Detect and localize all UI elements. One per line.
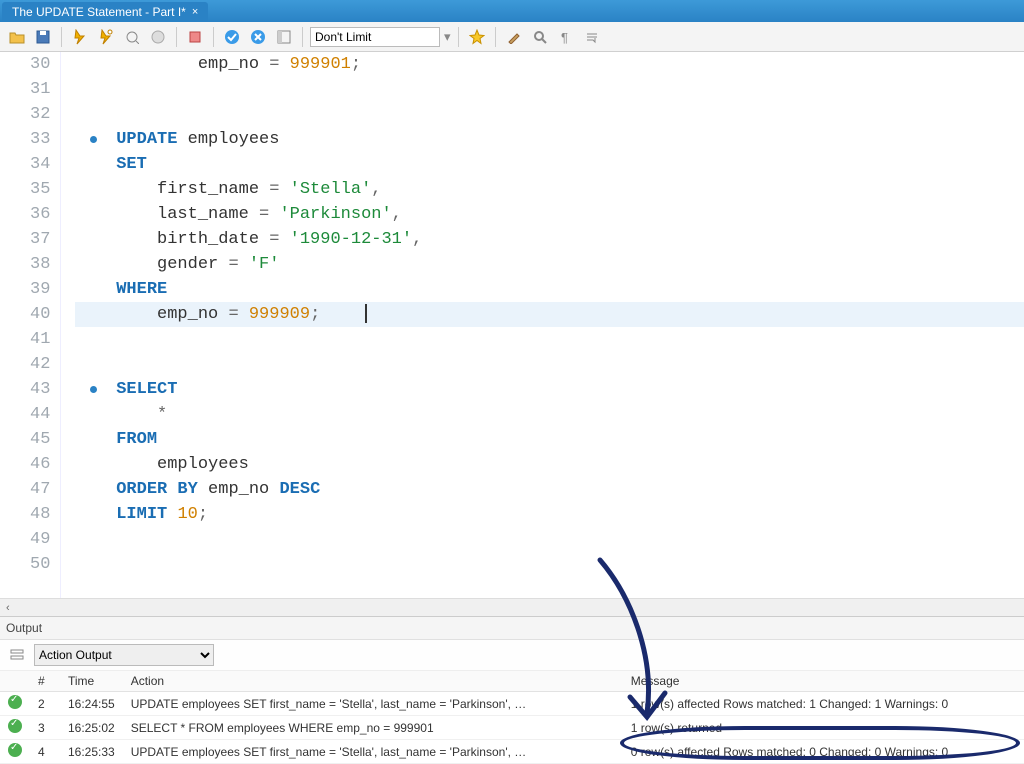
separator bbox=[458, 27, 459, 47]
tab-editor[interactable]: The UPDATE Statement - Part I* × bbox=[2, 2, 208, 22]
col-time: Time bbox=[60, 671, 123, 692]
output-row[interactable]: 416:25:33UPDATE employees SET first_name… bbox=[0, 740, 1024, 764]
close-icon[interactable]: × bbox=[192, 6, 198, 18]
rollback-icon[interactable] bbox=[247, 26, 269, 48]
separator bbox=[61, 27, 62, 47]
toggle-panel-icon[interactable] bbox=[273, 26, 295, 48]
toggle-autocommit-icon[interactable] bbox=[184, 26, 206, 48]
separator bbox=[176, 27, 177, 47]
col-num: # bbox=[30, 671, 60, 692]
brush-icon[interactable] bbox=[503, 26, 525, 48]
open-file-icon[interactable] bbox=[6, 26, 28, 48]
svg-text:¶: ¶ bbox=[561, 30, 568, 44]
line-number-gutter: 3031323334353637383940414243444546474849… bbox=[0, 52, 61, 598]
toolbar: ▾ ¶ bbox=[0, 22, 1024, 52]
search-icon[interactable] bbox=[529, 26, 551, 48]
tab-strip: The UPDATE Statement - Part I* × bbox=[0, 0, 1024, 22]
save-icon[interactable] bbox=[32, 26, 54, 48]
output-controls: Action Output bbox=[0, 640, 1024, 671]
output-list-icon[interactable] bbox=[6, 644, 28, 666]
stop-icon[interactable] bbox=[147, 26, 169, 48]
col-status bbox=[0, 671, 30, 692]
wrap-icon[interactable] bbox=[581, 26, 603, 48]
scroll-left-icon[interactable]: ‹ bbox=[2, 602, 14, 614]
status-ok-icon bbox=[8, 719, 22, 733]
tab-title: The UPDATE Statement - Part I* bbox=[12, 5, 186, 19]
horizontal-scrollbar[interactable]: ‹ bbox=[0, 598, 1024, 616]
output-grid: # Time Action Message 216:24:55UPDATE em… bbox=[0, 671, 1024, 764]
beautify-icon[interactable] bbox=[466, 26, 488, 48]
output-type-select[interactable]: Action Output bbox=[34, 644, 214, 666]
commit-icon[interactable] bbox=[221, 26, 243, 48]
separator bbox=[495, 27, 496, 47]
status-ok-icon bbox=[8, 695, 22, 709]
explain-icon[interactable] bbox=[121, 26, 143, 48]
output-title: Output bbox=[6, 621, 42, 635]
separator bbox=[302, 27, 303, 47]
pilcrow-icon[interactable]: ¶ bbox=[555, 26, 577, 48]
execute-icon[interactable] bbox=[69, 26, 91, 48]
sql-editor[interactable]: 3031323334353637383940414243444546474849… bbox=[0, 52, 1024, 598]
output-row[interactable]: 216:24:55UPDATE employees SET first_name… bbox=[0, 692, 1024, 716]
separator bbox=[213, 27, 214, 47]
code-area[interactable]: emp_no = 999901; UPDATE employees SET fi… bbox=[61, 52, 1024, 598]
output-header-row: # Time Action Message bbox=[0, 671, 1024, 692]
col-message: Message bbox=[623, 671, 1024, 692]
output-row[interactable]: 316:25:02SELECT * FROM employees WHERE e… bbox=[0, 716, 1024, 740]
execute-step-icon[interactable] bbox=[95, 26, 117, 48]
col-action: Action bbox=[123, 671, 623, 692]
output-panel-header: Output bbox=[0, 616, 1024, 640]
status-ok-icon bbox=[8, 743, 22, 757]
limit-rows-input[interactable] bbox=[310, 27, 440, 47]
